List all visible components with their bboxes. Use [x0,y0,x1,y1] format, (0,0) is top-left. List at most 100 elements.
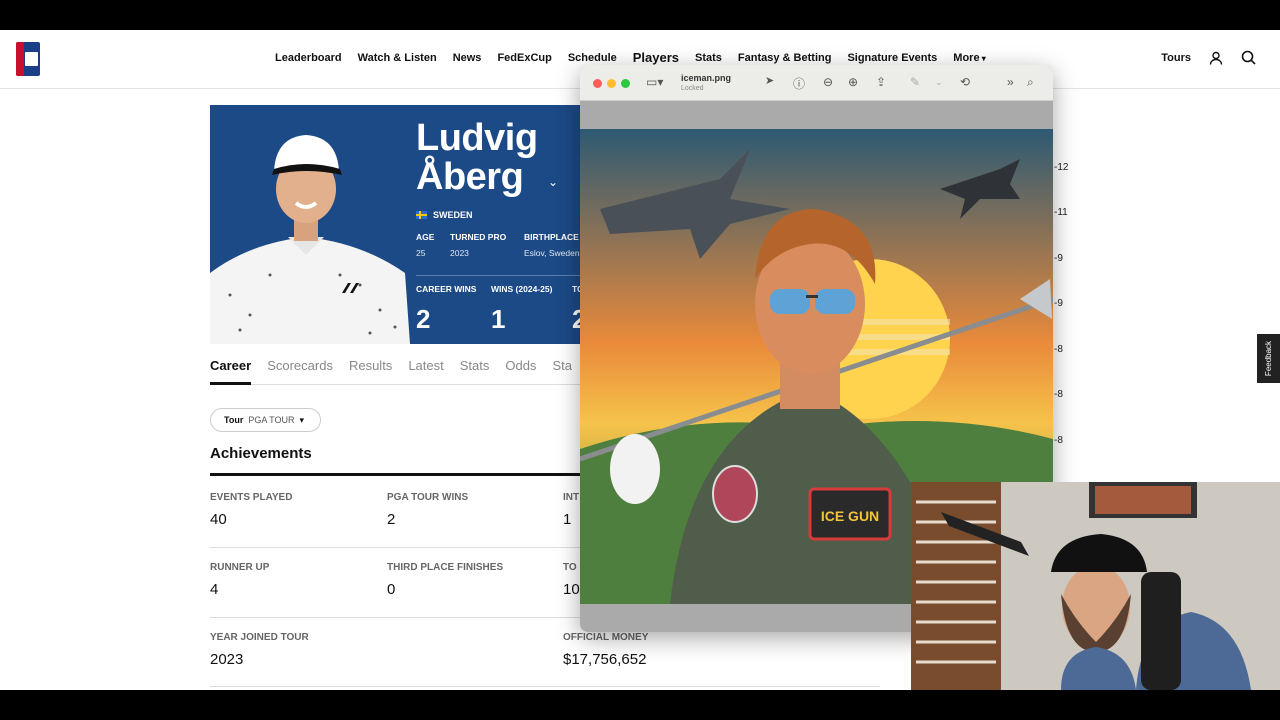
tabs-divider [210,384,590,385]
achievement-official-money: OFFICIAL MONEY $17,756,652 [563,632,648,668]
zoom-window-button[interactable] [621,79,630,88]
stat-value: 1 [491,304,506,334]
preview-filename: iceman.png [681,73,732,83]
chevron-down-icon: ▾ [979,54,986,63]
stat-birthplace: BIRTHPLACE Eslov, Sweden [524,232,580,258]
stat-label: TURNED PRO [450,232,507,242]
user-icon[interactable] [1209,51,1223,65]
tour-select-value: PGA TOUR [248,415,295,425]
score-value: -8 [1054,344,1063,355]
nav-link-news[interactable]: News [453,52,482,65]
preview-toolbar: ▭▾ iceman.png Locked ➤ ⓘ ⊖ ⊕ ⇪ ✎ ⌄ ⟲ » ⌕ [580,65,1053,101]
country-label: SWEDEN [433,210,473,220]
score-value: -9 [1054,253,1063,264]
achievement-value: $17,756,652 [563,651,647,668]
achievement-third-place: THIRD PLACE FINISHES 0 [387,562,503,598]
browser-page: Leaderboard Watch & Listen News FedExCup… [0,30,1280,690]
player-name: Ludvig Åberg [416,119,538,197]
achievement-label: YEAR JOINED TOUR [210,632,309,643]
search-icon[interactable]: ⌕ [1027,75,1034,90]
achievement-international: INT 1 [563,492,579,528]
achievement-label: OFFICIAL MONEY [563,632,649,643]
score-value: -12 [1054,162,1069,173]
achievement-runner-up: RUNNER UP 4 [210,562,269,598]
chevron-down-icon[interactable]: ⌄ [548,175,558,189]
stat-label: WINS (2024-25) [491,284,553,294]
chevron-down-icon[interactable]: ⌄ [935,77,943,88]
info-icon[interactable]: ⓘ [793,75,805,92]
ice-gun-patch: ICE GUN [821,508,879,524]
nav-right-group: Tours [1161,50,1256,65]
zoom-out-icon[interactable]: ⊖ [823,75,833,89]
stat-label: BIRTHPLACE [524,232,579,242]
achievement-value: 1 [563,511,572,528]
nav-link-fedexcup[interactable]: FedExCup [497,52,551,65]
zoom-in-icon[interactable]: ⊕ [848,75,858,89]
achievements-title: Achievements [210,445,312,462]
row-divider [210,617,590,618]
achievement-value: 40 [210,511,227,528]
tour-select-key: Tour [224,415,244,425]
tab-odds[interactable]: Odds [505,358,536,373]
achievement-value: 10 [563,581,580,598]
mouse-cursor-icon: ➤ [765,75,775,87]
nav-link-leaderboard[interactable]: Leaderboard [275,52,342,65]
webcam-video [911,482,1280,690]
nav-link-schedule[interactable]: Schedule [568,52,617,65]
main-nav-links: Leaderboard Watch & Listen News FedExCup… [275,50,986,65]
nav-link-players[interactable]: Players [633,50,679,65]
achievement-events-played: EVENTS PLAYED 40 [210,492,292,528]
hero-divider [416,275,590,276]
row-divider [210,547,590,548]
active-tab-indicator [210,382,251,385]
tab-career[interactable]: Career [210,358,251,373]
achievements-rule [210,473,590,476]
achievement-value: 2 [387,511,396,528]
sidebar-icon[interactable]: ▭▾ [646,75,663,89]
achievement-label: THIRD PLACE FINISHES [387,562,504,573]
search-icon[interactable] [1241,50,1256,65]
rotate-icon[interactable]: ⟲ [960,75,970,89]
tab-stats[interactable]: Stats [460,358,490,373]
score-value: -8 [1054,389,1063,400]
stat-age: AGE 25 [416,232,434,258]
tab-stats-more[interactable]: Sta [552,358,572,373]
close-window-button[interactable] [593,79,602,88]
nav-link-fantasy-betting[interactable]: Fantasy & Betting [738,52,832,65]
stat-season-wins: WINS (2024-25) 1 [491,284,552,335]
tab-latest[interactable]: Latest [408,358,443,373]
markup-icon[interactable]: ✎ [910,75,920,89]
achievement-value: 2023 [210,651,244,668]
nav-link-watch-listen[interactable]: Watch & Listen [358,52,437,65]
feedback-label: Feedback [1264,340,1274,377]
stat-value: Eslov, Sweden [524,248,580,258]
player-last-name: Åberg [416,156,524,198]
player-tabs: Career Scorecards Results Latest Stats O… [210,358,572,373]
minimize-window-button[interactable] [607,79,616,88]
achievement-label: EVENTS PLAYED [210,492,293,503]
pga-tour-logo[interactable] [16,42,40,76]
feedback-tab[interactable]: Feedback [1257,334,1280,383]
achievement-value: 0 [387,581,396,598]
tour-select[interactable]: Tour PGA TOUR ▾ [210,408,321,432]
more-tools-icon[interactable]: » [1007,75,1014,89]
player-hero-card: Ludvig Åberg ⌄ SWEDEN AGE 25 TURNED PRO … [210,105,590,344]
achievement-value: 4 [210,581,219,598]
score-value: -11 [1054,207,1068,218]
share-icon[interactable]: ⇪ [876,75,886,89]
player-country: SWEDEN [416,210,473,220]
achievement-label: INT [563,492,580,503]
nav-link-stats[interactable]: Stats [695,52,722,65]
nav-link-more[interactable]: More ▾ [953,52,986,65]
score-value: -9 [1054,298,1063,309]
stat-value: 2023 [450,248,469,258]
tab-results[interactable]: Results [349,358,392,373]
stat-turned-pro: TURNED PRO 2023 [450,232,506,258]
stat-value: 25 [416,248,426,258]
chevron-down-icon: ▾ [299,414,305,425]
tours-button[interactable]: Tours [1161,52,1191,64]
player-first-name: Ludvig [416,117,538,159]
preview-status: Locked [681,85,704,92]
tab-scorecards[interactable]: Scorecards [267,358,333,373]
nav-link-signature-events[interactable]: Signature Events [847,52,937,65]
